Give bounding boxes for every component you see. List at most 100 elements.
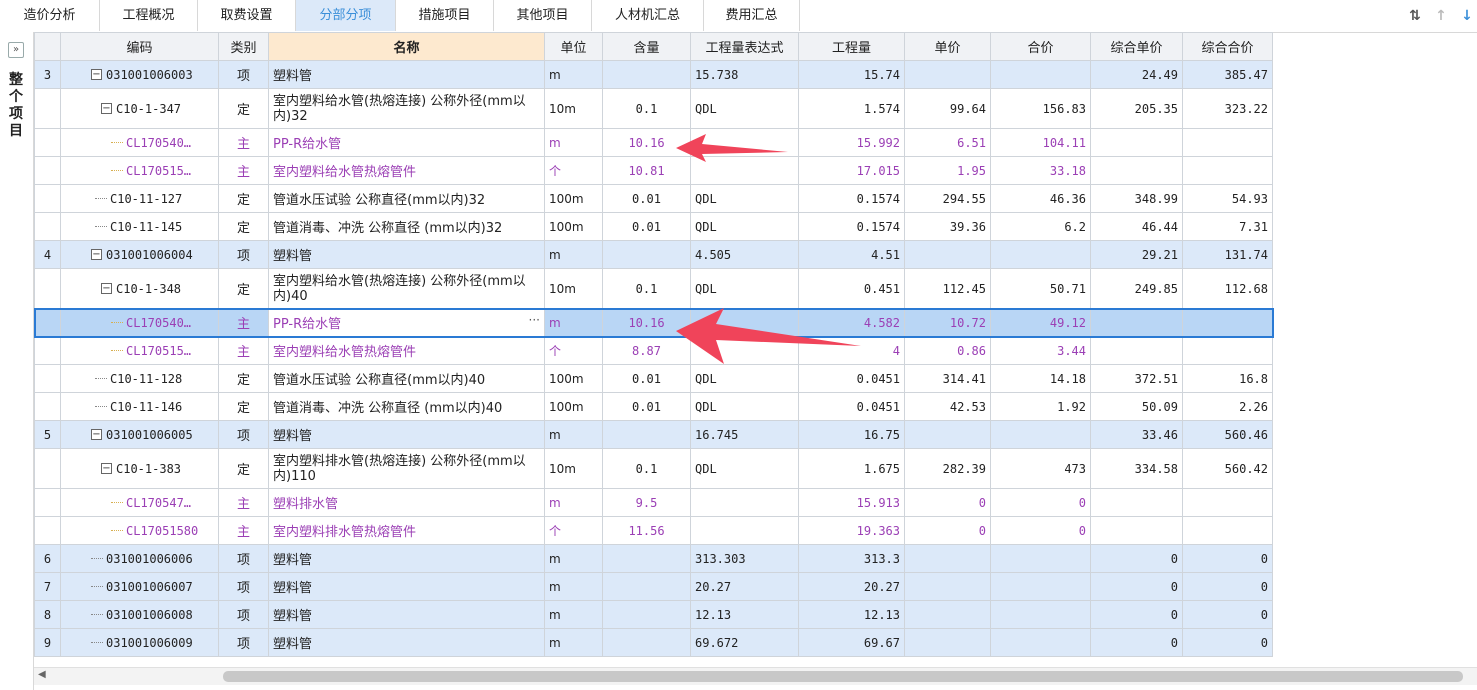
price-cell[interactable] xyxy=(904,600,991,629)
content-cell[interactable]: 0.01 xyxy=(602,364,691,393)
unit-cell[interactable]: 100m xyxy=(544,212,603,241)
cprice-cell[interactable]: 348.99 xyxy=(1090,184,1183,213)
price-cell[interactable]: 10.72 xyxy=(904,308,991,337)
ctotal-cell[interactable]: 560.42 xyxy=(1182,448,1273,489)
table-row[interactable]: 9 031001006009 项塑料管 m 69.672 69.67 0 0 xyxy=(34,628,1273,657)
code-cell[interactable]: CL170515… xyxy=(60,156,219,185)
name-cell[interactable]: 管道消毒、冲洗 公称直径 (mm以内)32 xyxy=(268,212,545,241)
table-row[interactable]: C10-11-145 定管道消毒、冲洗 公称直径 (mm以内)32 100m 0.01… xyxy=(34,212,1273,241)
type-cell[interactable]: 主 xyxy=(218,156,269,185)
total-cell[interactable]: 1.92 xyxy=(990,392,1091,421)
cprice-cell[interactable]: 29.21 xyxy=(1090,240,1183,269)
code-cell[interactable]: CL170547… xyxy=(60,488,219,517)
price-cell[interactable]: 42.53 xyxy=(904,392,991,421)
name-cell[interactable]: 室内塑料给水管(热熔连接) 公称外径(mm以内)40 xyxy=(268,268,545,309)
cprice-cell[interactable]: 0 xyxy=(1090,628,1183,657)
row-index[interactable] xyxy=(34,184,61,213)
table-row[interactable]: CL170515… 主室内塑料给水管热熔管件个 8.87 4 0.86 3.44 xyxy=(34,336,1273,365)
content-cell[interactable] xyxy=(602,628,691,657)
tab-6[interactable]: 人材机汇总 xyxy=(592,0,704,31)
content-cell[interactable]: 9.5 xyxy=(602,488,691,517)
ctotal-cell[interactable]: 54.93 xyxy=(1182,184,1273,213)
col-header-11[interactable]: 综合合价 xyxy=(1182,32,1273,61)
col-header-6[interactable]: 工程量表达式 xyxy=(690,32,799,61)
type-cell[interactable]: 主 xyxy=(218,128,269,157)
qty-cell[interactable]: 16.75 xyxy=(798,420,905,449)
col-header-2[interactable]: 类别 xyxy=(218,32,269,61)
name-cell[interactable]: 塑料管 xyxy=(268,572,545,601)
qty-cell[interactable]: 0.0451 xyxy=(798,392,905,421)
unit-cell[interactable]: m xyxy=(544,308,603,337)
cprice-cell[interactable] xyxy=(1090,336,1183,365)
expr-cell[interactable]: 16.745 xyxy=(690,420,799,449)
content-cell[interactable]: 0.1 xyxy=(602,448,691,489)
row-index[interactable] xyxy=(34,448,61,489)
collapse-icon[interactable]: − xyxy=(101,283,112,294)
cprice-cell[interactable] xyxy=(1090,516,1183,545)
unit-cell[interactable]: m xyxy=(544,128,603,157)
total-cell[interactable] xyxy=(990,544,1091,573)
double-chevron-right-icon[interactable]: » xyxy=(8,42,24,58)
horizontal-scrollbar[interactable]: ◀ xyxy=(34,667,1477,685)
row-index[interactable] xyxy=(34,308,61,337)
name-cell[interactable]: PP-R给水管 xyxy=(268,128,545,157)
row-index[interactable] xyxy=(34,336,61,365)
table-row[interactable]: 8 031001006008 项塑料管 m 12.13 12.13 0 0 xyxy=(34,600,1273,629)
scroll-thumb[interactable] xyxy=(223,671,1463,682)
tab-7[interactable]: 费用汇总 xyxy=(704,0,800,31)
collapse-icon[interactable]: − xyxy=(91,429,102,440)
cprice-cell[interactable]: 205.35 xyxy=(1090,88,1183,129)
content-cell[interactable] xyxy=(602,60,691,89)
cprice-cell[interactable] xyxy=(1090,308,1183,337)
qty-cell[interactable]: 4.51 xyxy=(798,240,905,269)
name-cell[interactable]: 室内塑料排水管(热熔连接) 公称外径(mm以内)110 xyxy=(268,448,545,489)
name-cell[interactable]: 塑料管 xyxy=(268,628,545,657)
qty-cell[interactable]: 0.451 xyxy=(798,268,905,309)
code-cell[interactable]: − C10-1-383 xyxy=(60,448,219,489)
total-cell[interactable]: 50.71 xyxy=(990,268,1091,309)
code-cell[interactable]: C10-11-128 xyxy=(60,364,219,393)
unit-cell[interactable]: m xyxy=(544,572,603,601)
expr-cell[interactable]: QDL xyxy=(690,212,799,241)
type-cell[interactable]: 定 xyxy=(218,392,269,421)
code-cell[interactable]: −031001006003 xyxy=(60,60,219,89)
total-cell[interactable]: 14.18 xyxy=(990,364,1091,393)
col-header-0[interactable] xyxy=(34,32,61,61)
name-cell[interactable]: 管道水压试验 公称直径(mm以内)32 xyxy=(268,184,545,213)
qty-cell[interactable]: 313.3 xyxy=(798,544,905,573)
scroll-left-icon[interactable]: ◀ xyxy=(38,669,46,680)
type-cell[interactable]: 项 xyxy=(218,544,269,573)
tab-5[interactable]: 其他项目 xyxy=(494,0,592,31)
collapse-icon[interactable]: − xyxy=(101,103,112,114)
cprice-cell[interactable] xyxy=(1090,156,1183,185)
type-cell[interactable]: 定 xyxy=(218,184,269,213)
row-index[interactable] xyxy=(34,364,61,393)
ctotal-cell[interactable]: 385.47 xyxy=(1182,60,1273,89)
qty-cell[interactable]: 19.363 xyxy=(798,516,905,545)
table-row[interactable]: 6 031001006006 项塑料管 m 313.303 313.3 0 0 xyxy=(34,544,1273,573)
qty-cell[interactable]: 15.74 xyxy=(798,60,905,89)
col-header-1[interactable]: 编码 xyxy=(60,32,219,61)
total-cell[interactable] xyxy=(990,628,1091,657)
price-cell[interactable]: 314.41 xyxy=(904,364,991,393)
qty-cell[interactable]: 15.913 xyxy=(798,488,905,517)
total-cell[interactable]: 156.83 xyxy=(990,88,1091,129)
price-cell[interactable]: 39.36 xyxy=(904,212,991,241)
table-row[interactable]: CL17051580 主室内塑料排水管热熔管件个 11.56 19.363 0 0 xyxy=(34,516,1273,545)
expr-cell[interactable]: QDL xyxy=(690,184,799,213)
ctotal-cell[interactable] xyxy=(1182,488,1273,517)
ctotal-cell[interactable]: 0 xyxy=(1182,544,1273,573)
unit-cell[interactable]: 100m xyxy=(544,364,603,393)
cprice-cell[interactable] xyxy=(1090,488,1183,517)
code-cell[interactable]: C10-11-145 xyxy=(60,212,219,241)
total-cell[interactable]: 0 xyxy=(990,488,1091,517)
table-row[interactable]: 4−031001006004 项塑料管 m 4.505 4.51 29.21 131.74 xyxy=(34,240,1273,269)
cprice-cell[interactable]: 33.46 xyxy=(1090,420,1183,449)
expr-cell[interactable]: 4.505 xyxy=(690,240,799,269)
unit-cell[interactable]: 10m xyxy=(544,268,603,309)
price-cell[interactable]: 282.39 xyxy=(904,448,991,489)
type-cell[interactable]: 主 xyxy=(218,336,269,365)
name-cell[interactable]: 塑料管 xyxy=(268,240,545,269)
content-cell[interactable]: 11.56 xyxy=(602,516,691,545)
unit-cell[interactable]: m xyxy=(544,420,603,449)
